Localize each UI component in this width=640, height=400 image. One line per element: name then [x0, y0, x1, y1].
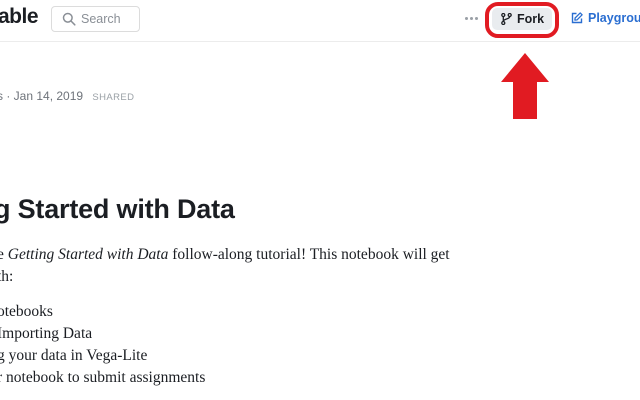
search-box[interactable] — [51, 6, 140, 32]
intro-text-start: e — [0, 246, 4, 263]
top-navigation-bar: able Fork Playgrou — [0, 0, 640, 42]
intro-paragraph: e Getting Started with Data follow-along… — [0, 244, 477, 288]
more-dots-icon — [464, 16, 468, 20]
shared-badge: SHARED — [92, 92, 135, 103]
notebook-meta: s · Jan 14, 2019 SHARED — [0, 89, 134, 103]
logo[interactable]: able — [0, 5, 39, 29]
edit-square-icon — [571, 12, 583, 24]
topics-list: otebooks Importing Data g your data in V… — [0, 301, 205, 389]
playground-link[interactable]: Playgrou — [571, 11, 640, 25]
notebook-date: s · Jan 14, 2019 — [0, 89, 84, 103]
search-input[interactable] — [81, 10, 137, 28]
list-item: Importing Data — [0, 325, 93, 342]
intro-text-end: follow-along tutorial! This notebook wil… — [168, 246, 450, 263]
list-item: g your data in Vega-Lite — [0, 347, 148, 364]
list-item: otebooks — [0, 303, 53, 320]
more-options-button[interactable] — [460, 10, 482, 26]
list-item: r notebook to submit assignments — [0, 369, 206, 386]
notebook-title: g Started with Data — [0, 194, 235, 224]
intro-emphasis: Getting Started with Data — [7, 246, 169, 263]
up-arrow-annotation — [501, 53, 549, 119]
fork-highlight-circle — [485, 2, 559, 38]
search-icon — [62, 12, 76, 26]
playground-label: Playgrou — [588, 11, 640, 25]
intro-line-2: th: — [0, 268, 14, 285]
